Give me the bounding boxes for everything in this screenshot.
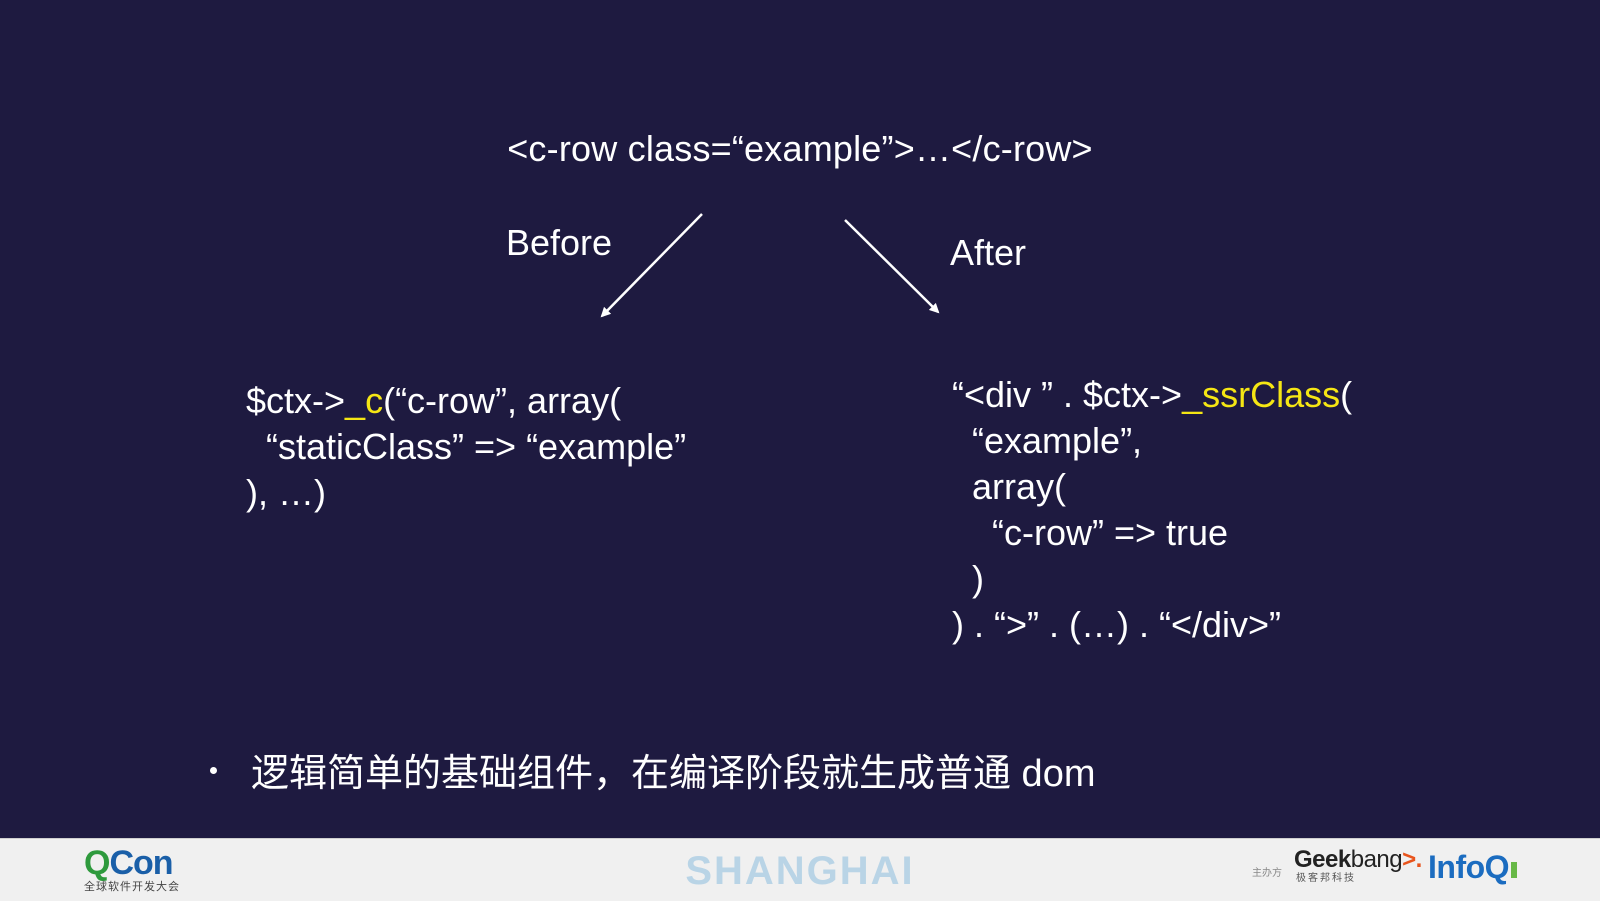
after-label: After <box>950 232 1027 273</box>
after-code-line-3: array( <box>952 466 1067 507</box>
geekbang-subtitle: 极客邦科技 <box>1296 873 1356 884</box>
before-arrow-icon <box>600 213 703 318</box>
before-code-block: $ctx->_c(“c-row”, array( “staticClass” =… <box>246 378 686 516</box>
before-code-line-2: “staticClass” => “example” <box>246 426 687 467</box>
footer-bar: QCon 全球软件开发大会 SHANGHAI 主办方 Geekbang>. 极客… <box>0 838 1600 901</box>
bullet-dot-icon <box>210 767 217 774</box>
infoq-mark-icon <box>1511 861 1518 878</box>
after-code-line-4: “c-row” => true <box>952 512 1229 553</box>
before-code-line-1: $ctx->_c(“c-row”, array( <box>246 380 622 421</box>
transition-arrows <box>600 213 940 318</box>
before-code-line-3: ), …) <box>246 472 326 513</box>
before-highlight-fn: _c <box>345 380 384 421</box>
sponsor-label: 主办方 <box>1252 868 1282 879</box>
slide-canvas: <c-row class=“example”>…</c-row> Before … <box>0 0 1600 838</box>
after-code-line-5: ) <box>952 558 984 599</box>
geekbang-logo: Geekbang>. 极客邦科技 <box>1294 846 1422 885</box>
after-code-line-6: ) . “>” . (…) . “</div>” <box>952 604 1282 645</box>
after-highlight-fn: _ssrClass <box>1182 374 1341 415</box>
after-code-block: “<div ” . $ctx->_ssrClass( “example”, ar… <box>952 372 1352 648</box>
slide-title: <c-row class=“example”>…</c-row> <box>507 128 1093 169</box>
before-label: Before <box>506 222 613 263</box>
infoq-logo: InfoQ <box>1428 849 1518 886</box>
after-code-line-1: “<div ” . $ctx->_ssrClass( <box>952 374 1353 415</box>
bullet-text: 逻辑简单的基础组件，在编译阶段就生成普通 dom <box>251 753 1096 795</box>
after-code-line-2: “example”, <box>952 420 1143 461</box>
bullet-item: 逻辑简单的基础组件，在编译阶段就生成普通 dom <box>210 742 1095 797</box>
after-arrow-icon <box>844 219 940 314</box>
